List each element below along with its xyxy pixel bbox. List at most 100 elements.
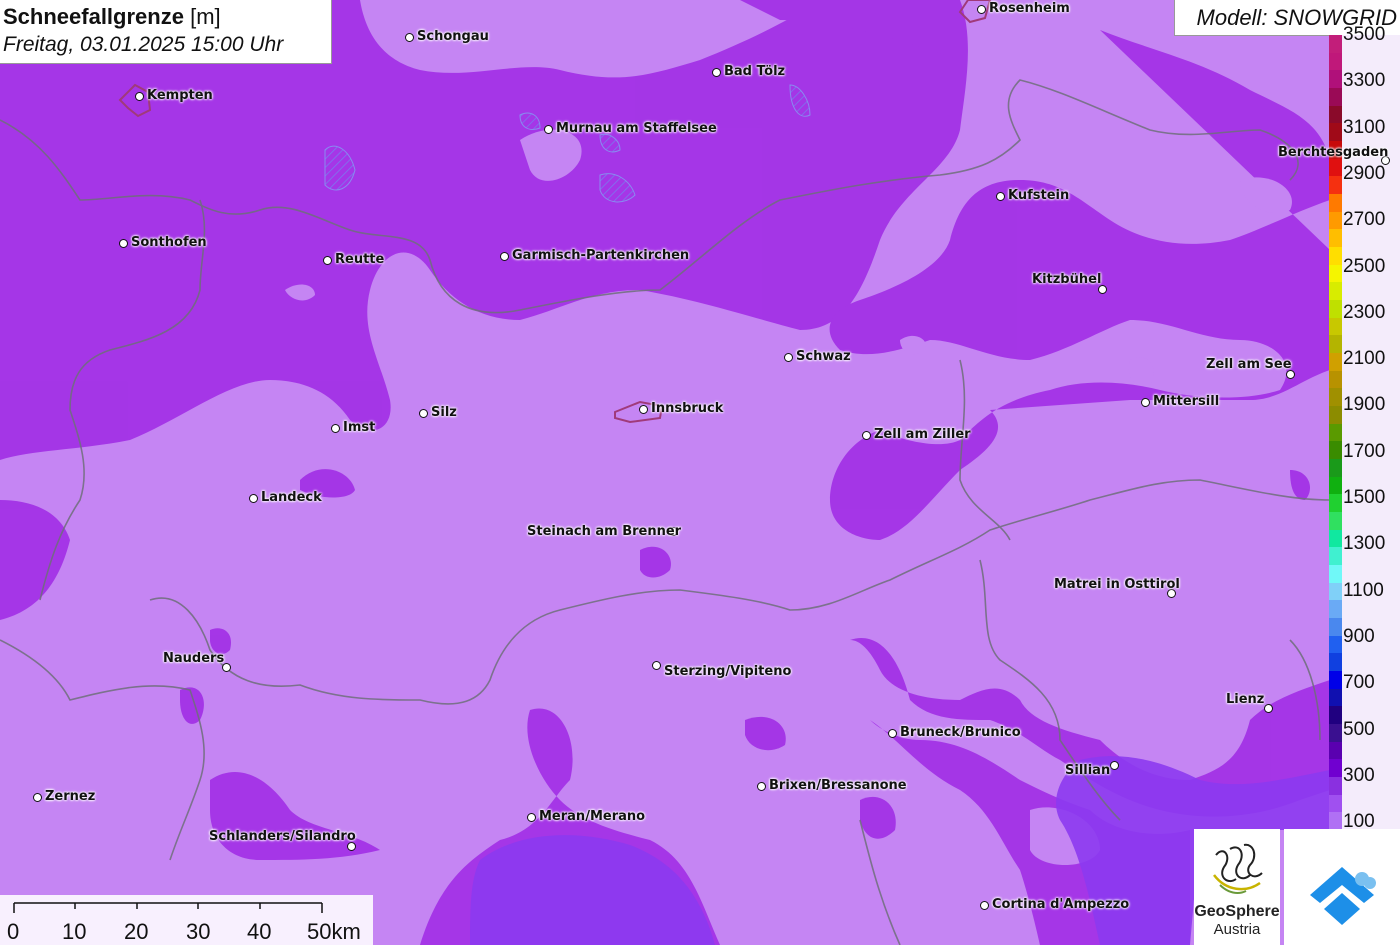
city-label: Cortina d'Ampezzo	[992, 897, 1130, 912]
city-marker-icon[interactable]	[783, 352, 793, 362]
city-label: Schlanders/Silandro	[209, 829, 356, 844]
city-label: Silz	[431, 405, 457, 420]
legend-color-step	[1329, 794, 1342, 813]
city-label: Innsbruck	[651, 401, 724, 416]
legend-color-step	[1329, 123, 1342, 142]
city-label: Bad Tölz	[724, 64, 786, 79]
legend-color-step	[1329, 459, 1342, 478]
city-marker-icon[interactable]	[979, 900, 989, 910]
city-marker-icon[interactable]	[330, 423, 340, 433]
map-subtitle: Freitag, 03.01.2025 15:00 Uhr	[3, 33, 284, 56]
city-marker-icon[interactable]	[1109, 760, 1119, 770]
legend-label: 2700	[1343, 209, 1386, 231]
city-label: Matrei in Osttirol	[1054, 577, 1180, 592]
legend-color-step	[1329, 317, 1342, 336]
city-marker-icon[interactable]	[248, 493, 258, 503]
city-marker-icon[interactable]	[322, 255, 332, 265]
legend-label: 1500	[1343, 487, 1386, 508]
city-label: Zernez	[45, 789, 96, 804]
city-marker-icon[interactable]	[1263, 703, 1273, 713]
title-box: Schneefallgrenze [m] Freitag, 03.01.2025…	[0, 0, 332, 64]
geosphere-country: Austria	[1213, 921, 1261, 938]
city-label: Sonthofen	[131, 235, 207, 250]
legend-color-step	[1329, 741, 1342, 760]
legend-color-step	[1329, 406, 1342, 425]
legend-color-step	[1329, 565, 1342, 584]
legend-color-step	[1329, 52, 1342, 71]
city-marker-icon[interactable]	[638, 404, 648, 414]
city-marker-icon[interactable]	[134, 91, 144, 101]
legend-color-step	[1329, 476, 1342, 495]
geosphere-emblem-icon	[1213, 843, 1263, 894]
snowline-map[interactable]	[0, 0, 1400, 945]
legend-color-step	[1329, 671, 1342, 690]
city-label: Zell am Ziller	[874, 427, 971, 442]
city-label: Schongau	[417, 29, 489, 44]
legend-color-step	[1329, 176, 1342, 195]
legend-label: 2500	[1343, 255, 1386, 277]
city-marker-icon[interactable]	[995, 191, 1005, 201]
scale-label: 40	[247, 919, 272, 944]
legend-color-step	[1329, 582, 1342, 601]
scale-label: 50km	[307, 919, 361, 944]
cloud-arrow-icon	[1310, 867, 1376, 925]
geosphere-logo[interactable]: GeoSphere Austria	[1194, 829, 1280, 945]
city-marker-icon[interactable]	[526, 812, 536, 822]
city-label: Nauders	[163, 651, 225, 666]
weather-app-logo[interactable]	[1284, 829, 1400, 945]
city-label: Schwaz	[796, 349, 851, 364]
geosphere-name: GeoSphere	[1194, 903, 1280, 920]
map-title-unit: [m]	[190, 4, 221, 29]
city-marker-icon[interactable]	[711, 67, 721, 77]
legend-color-step	[1329, 70, 1342, 89]
city-marker-icon[interactable]	[404, 32, 414, 42]
city-marker-icon[interactable]	[756, 781, 766, 791]
legend-color-step	[1329, 158, 1342, 177]
legend-color-step	[1329, 529, 1342, 548]
legend-label: 300	[1343, 764, 1375, 786]
legend-color-step	[1329, 353, 1342, 372]
legend-label: 1100	[1343, 579, 1384, 601]
legend-color-step	[1329, 600, 1342, 619]
city-label: Kitzbühel	[1032, 272, 1102, 287]
legend-color-step	[1329, 777, 1342, 796]
city-marker-icon[interactable]	[499, 251, 509, 261]
city-marker-icon[interactable]	[651, 660, 661, 670]
city-marker-icon[interactable]	[32, 792, 42, 802]
city-label: Rosenheim	[989, 1, 1070, 16]
legend-color-step	[1329, 494, 1342, 513]
city-label: Mittersill	[1153, 394, 1220, 409]
legend-color-step	[1329, 282, 1342, 301]
city-label: Bruneck/Brunico	[900, 725, 1021, 740]
legend-label: 1300	[1343, 533, 1386, 555]
legend-color-step	[1329, 688, 1342, 707]
city-label: Garmisch-Partenkirchen	[512, 248, 690, 263]
legend-color-step	[1329, 335, 1342, 354]
scale-label: 10	[62, 919, 87, 944]
city-marker-icon[interactable]	[118, 238, 128, 248]
city-marker-icon[interactable]	[861, 430, 871, 440]
legend-color-step	[1329, 211, 1342, 230]
legend-color-step	[1329, 194, 1342, 213]
scale-label: 0	[7, 919, 20, 944]
city-label: Landeck	[261, 490, 322, 505]
legend-label: 1900	[1343, 394, 1386, 416]
map-title-bold: Schneefallgrenze	[3, 4, 184, 29]
legend-label: 2300	[1343, 301, 1386, 323]
legend-color-step	[1329, 105, 1342, 124]
city-marker-icon[interactable]	[976, 4, 986, 14]
city-marker-icon[interactable]	[887, 728, 897, 738]
legend-color-step	[1329, 441, 1342, 460]
legend-color-step	[1329, 247, 1342, 266]
city-marker-icon[interactable]	[1140, 397, 1150, 407]
city-marker-icon[interactable]	[543, 124, 553, 134]
legend-color-step	[1329, 35, 1342, 54]
city-marker-icon[interactable]	[418, 408, 428, 418]
legend-label: 500	[1343, 718, 1375, 740]
legend-color-step	[1329, 618, 1342, 637]
city-label: Murnau am Staffelsee	[556, 121, 717, 136]
legend-label: 1700	[1343, 440, 1386, 462]
legend-color-step	[1329, 300, 1342, 319]
city-label: Steinach am Brenner	[527, 524, 682, 539]
city-label: Sterzing/Vipiteno	[664, 664, 792, 679]
